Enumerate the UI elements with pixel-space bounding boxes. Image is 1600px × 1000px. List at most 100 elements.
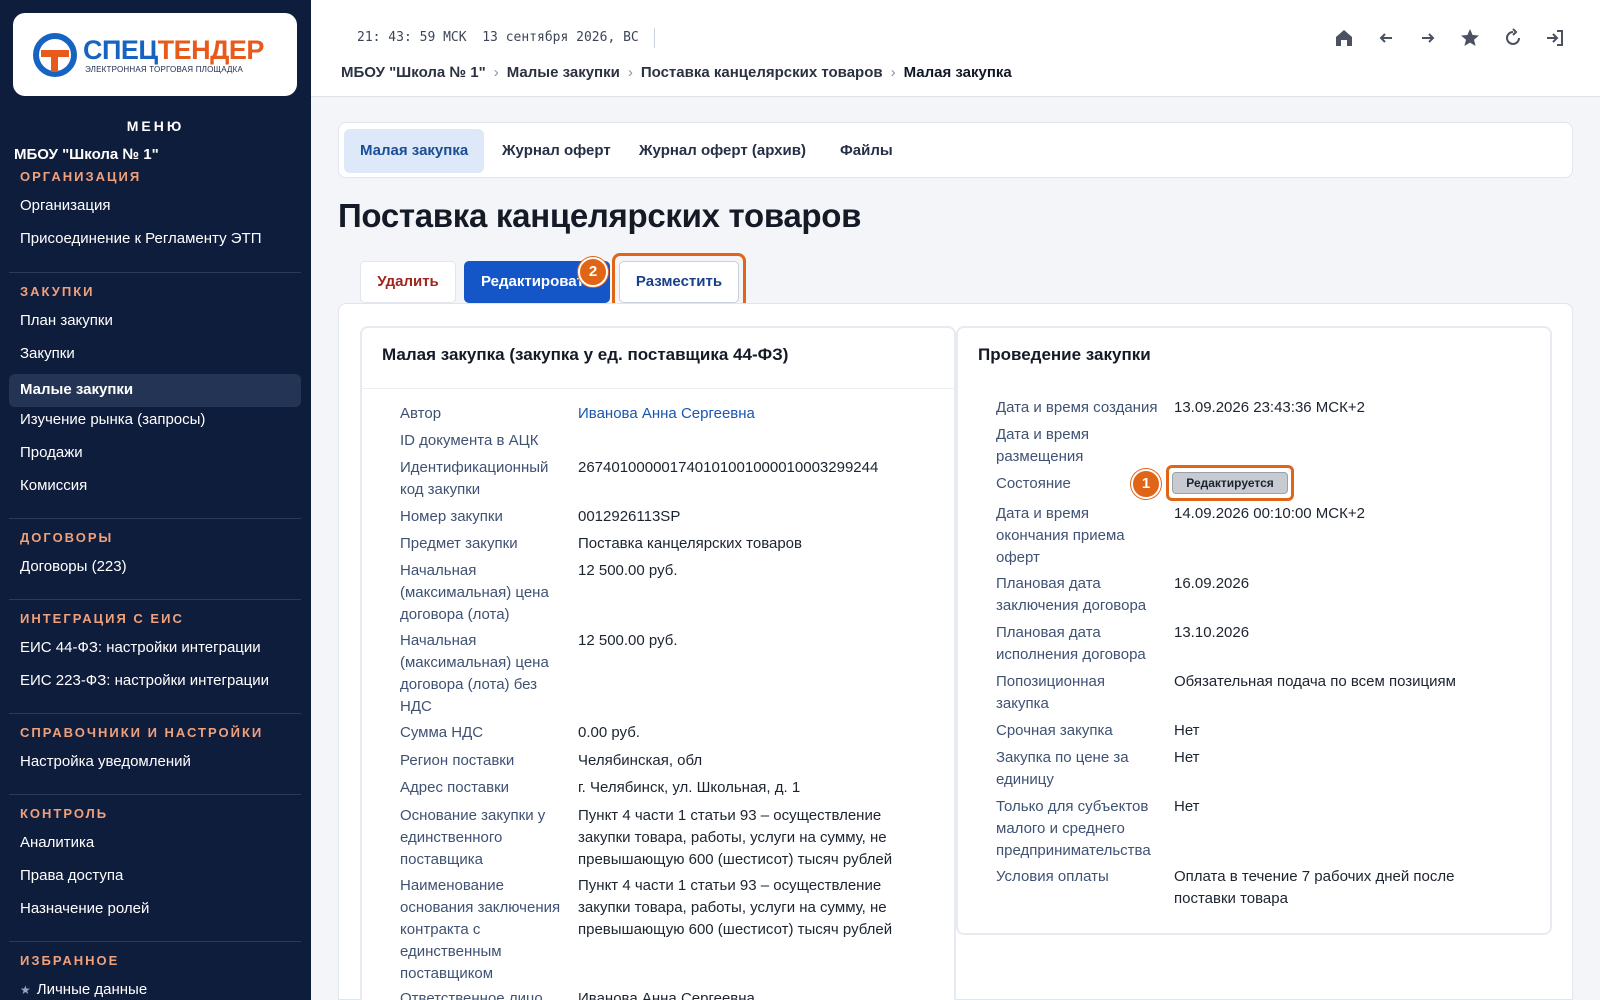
sidebar-item-purchase-plan[interactable]: План закупки xyxy=(20,312,113,329)
field-value: 0.00 руб. xyxy=(578,724,640,741)
field-value: 0012926113SP xyxy=(578,508,681,525)
field-label: Наименование основания заключения контра… xyxy=(400,877,561,982)
field-value: Нет xyxy=(1174,798,1200,815)
sidebar-item-eis-44[interactable]: ЕИС 44-ФЗ: настройки интеграции xyxy=(20,639,261,656)
field-value: 13.10.2026 xyxy=(1174,624,1250,641)
field-label: Сумма НДС xyxy=(400,724,484,741)
tab-bar: Малая закупка Журнал оферт Журнал оферт … xyxy=(338,122,1573,178)
home-icon[interactable] xyxy=(1332,26,1356,50)
logo-subtitle: ЭЛЕКТРОННАЯ ТОРГОВАЯ ПЛОЩАДКА xyxy=(85,65,244,74)
tab-small-purchase[interactable]: Малая закупка xyxy=(344,129,485,173)
breadcrumb-item-purchase[interactable]: Поставка канцелярских товаров xyxy=(641,64,883,81)
card-title: Проведение закупки xyxy=(978,345,1151,364)
field-value: Иванова Анна Сергеевна xyxy=(578,990,755,1000)
breadcrumb-separator: › xyxy=(493,64,499,81)
breadcrumb: МБОУ "Школа № 1" › Малые закупки › Поставка … xyxy=(341,64,1012,81)
nav-divider xyxy=(9,794,301,795)
tab-files[interactable]: Файлы xyxy=(824,129,909,173)
sidebar-item-personal-data[interactable]: ★ Личные данные xyxy=(20,981,147,998)
menu-title: МЕНЮ xyxy=(126,118,185,134)
nav-section-eis: ИНТЕГРАЦИЯ С ЕИС xyxy=(20,611,184,626)
sidebar-item-roles[interactable]: Назначение ролей xyxy=(20,900,149,917)
sidebar-org-name: МБОУ "Школа № 1" xyxy=(14,146,159,163)
sidebar-item-small-purchases[interactable]: Малые закупки xyxy=(9,374,301,407)
breadcrumb-item-org[interactable]: МБОУ "Школа № 1" xyxy=(341,64,486,81)
nav-section-favorites: ИЗБРАННОЕ xyxy=(20,953,120,968)
sidebar-item-contracts-223[interactable]: Договоры (223) xyxy=(20,558,127,575)
logout-icon[interactable] xyxy=(1543,26,1567,50)
sidebar-item-eis-223[interactable]: ЕИС 223-ФЗ: настройки интеграции xyxy=(20,672,269,689)
page-title: Поставка канцелярских товаров xyxy=(338,197,862,234)
field-value: Челябинская, обл xyxy=(578,752,703,769)
field-label: Дата и время окончания приема оферт xyxy=(996,505,1125,566)
forward-icon[interactable] xyxy=(1416,26,1440,50)
status-badge: Редактируется xyxy=(1172,472,1288,494)
card-divider xyxy=(362,388,954,389)
field-value: 12 500.00 руб. xyxy=(578,562,678,579)
field-value: 16.09.2026 xyxy=(1174,575,1250,592)
field-label: Попозиционная закупка xyxy=(996,673,1106,712)
field-label: Регион поставки xyxy=(400,752,515,769)
field-label: Ответственное лицо xyxy=(400,990,543,1000)
star-icon: ★ xyxy=(20,983,31,997)
clock-divider xyxy=(654,28,655,48)
field-label: Только для субъектов малого и среднего п… xyxy=(996,798,1151,859)
nav-section-settings: СПРАВОЧНИКИ И НАСТРОЙКИ xyxy=(20,725,264,740)
field-label: ID документа в АЦК xyxy=(400,432,539,449)
logo-icon xyxy=(33,33,77,77)
back-icon[interactable] xyxy=(1374,26,1398,50)
field-label: Начальная (максимальная) цена договора (… xyxy=(400,562,549,623)
field-value: Оплата в течение 7 рабочих дней после по… xyxy=(1174,868,1455,907)
nav-divider xyxy=(9,518,301,519)
sidebar-item-access-rights[interactable]: Права доступа xyxy=(20,867,123,884)
sidebar-item-analytics[interactable]: Аналитика xyxy=(20,834,94,851)
field-label: Идентификационный код закупки xyxy=(400,459,549,498)
nav-section-organization: ОРГАНИЗАЦИЯ xyxy=(20,169,142,184)
breadcrumb-separator: › xyxy=(627,64,633,81)
breadcrumb-item-small-purchases[interactable]: Малые закупки xyxy=(507,64,620,81)
field-label: Плановая дата заключения договора xyxy=(996,575,1147,614)
field-value: Нет xyxy=(1174,722,1200,739)
sidebar-item-regulation[interactable]: Присоединение к Регламенту ЭТП xyxy=(20,230,261,247)
field-label: Автор xyxy=(400,405,442,422)
publish-button[interactable]: Разместить xyxy=(619,261,739,303)
nav-divider xyxy=(9,713,301,714)
field-value: 14.09.2026 00:10:00 МСК+2 xyxy=(1174,505,1365,522)
field-label: Основание закупки у единственного постав… xyxy=(400,807,546,868)
field-label: Адрес поставки xyxy=(400,779,510,796)
field-label: Закупка по цене за единицу xyxy=(996,749,1129,788)
delete-button[interactable]: Удалить xyxy=(360,261,456,303)
field-label: Срочная закупка xyxy=(996,722,1113,739)
sidebar-item-sales[interactable]: Продажи xyxy=(20,444,83,461)
author-link[interactable]: Иванова Анна Сергеевна xyxy=(578,403,918,425)
step-badge-2: 2 xyxy=(578,257,608,287)
field-label: Номер закупки xyxy=(400,508,503,525)
breadcrumb-item-current: Малая закупка xyxy=(903,64,1012,81)
nav-divider xyxy=(9,272,301,273)
field-label: Дата и время создания xyxy=(996,399,1158,416)
sidebar-item-organization[interactable]: Организация xyxy=(20,197,110,214)
star-icon[interactable] xyxy=(1458,26,1482,50)
logo[interactable]: СПЕЦТЕНДЕР ЭЛЕКТРОННАЯ ТОРГОВАЯ ПЛОЩАДКА xyxy=(13,13,297,96)
field-value: Поставка канцелярских товаров xyxy=(578,535,802,552)
sidebar-item-commission[interactable]: Комиссия xyxy=(20,477,87,494)
sidebar-item-market-research[interactable]: Изучение рынка (запросы) xyxy=(20,411,205,428)
field-label: Предмет закупки xyxy=(400,535,518,552)
card-title: Малая закупка (закупка у ед. поставщика … xyxy=(382,345,789,364)
nav-divider xyxy=(9,941,301,942)
sidebar-item-notifications[interactable]: Настройка уведомлений xyxy=(20,753,191,770)
tab-offers-archive[interactable]: Журнал оферт (архив) xyxy=(623,129,822,173)
field-label: Плановая дата исполнения договора xyxy=(996,624,1146,663)
breadcrumb-separator: › xyxy=(890,64,896,81)
field-value: Нет xyxy=(1174,749,1200,766)
field-value: Пункт 4 части 1 статьи 93 – осуществлени… xyxy=(578,877,893,938)
field-label: Условия оплаты xyxy=(996,868,1109,885)
field-value: Пункт 4 части 1 статьи 93 – осуществлени… xyxy=(578,807,893,868)
field-value: 12 500.00 руб. xyxy=(578,632,678,649)
refresh-icon[interactable] xyxy=(1501,26,1525,50)
sidebar: СПЕЦТЕНДЕР ЭЛЕКТРОННАЯ ТОРГОВАЯ ПЛОЩАДКА… xyxy=(0,0,311,1000)
tab-offers-log[interactable]: Журнал оферт xyxy=(486,129,627,173)
field-value: г. Челябинск, ул. Школьная, д. 1 xyxy=(578,779,801,796)
sidebar-item-purchases[interactable]: Закупки xyxy=(20,345,75,362)
field-label: Начальная (максимальная) цена договора (… xyxy=(400,632,549,715)
